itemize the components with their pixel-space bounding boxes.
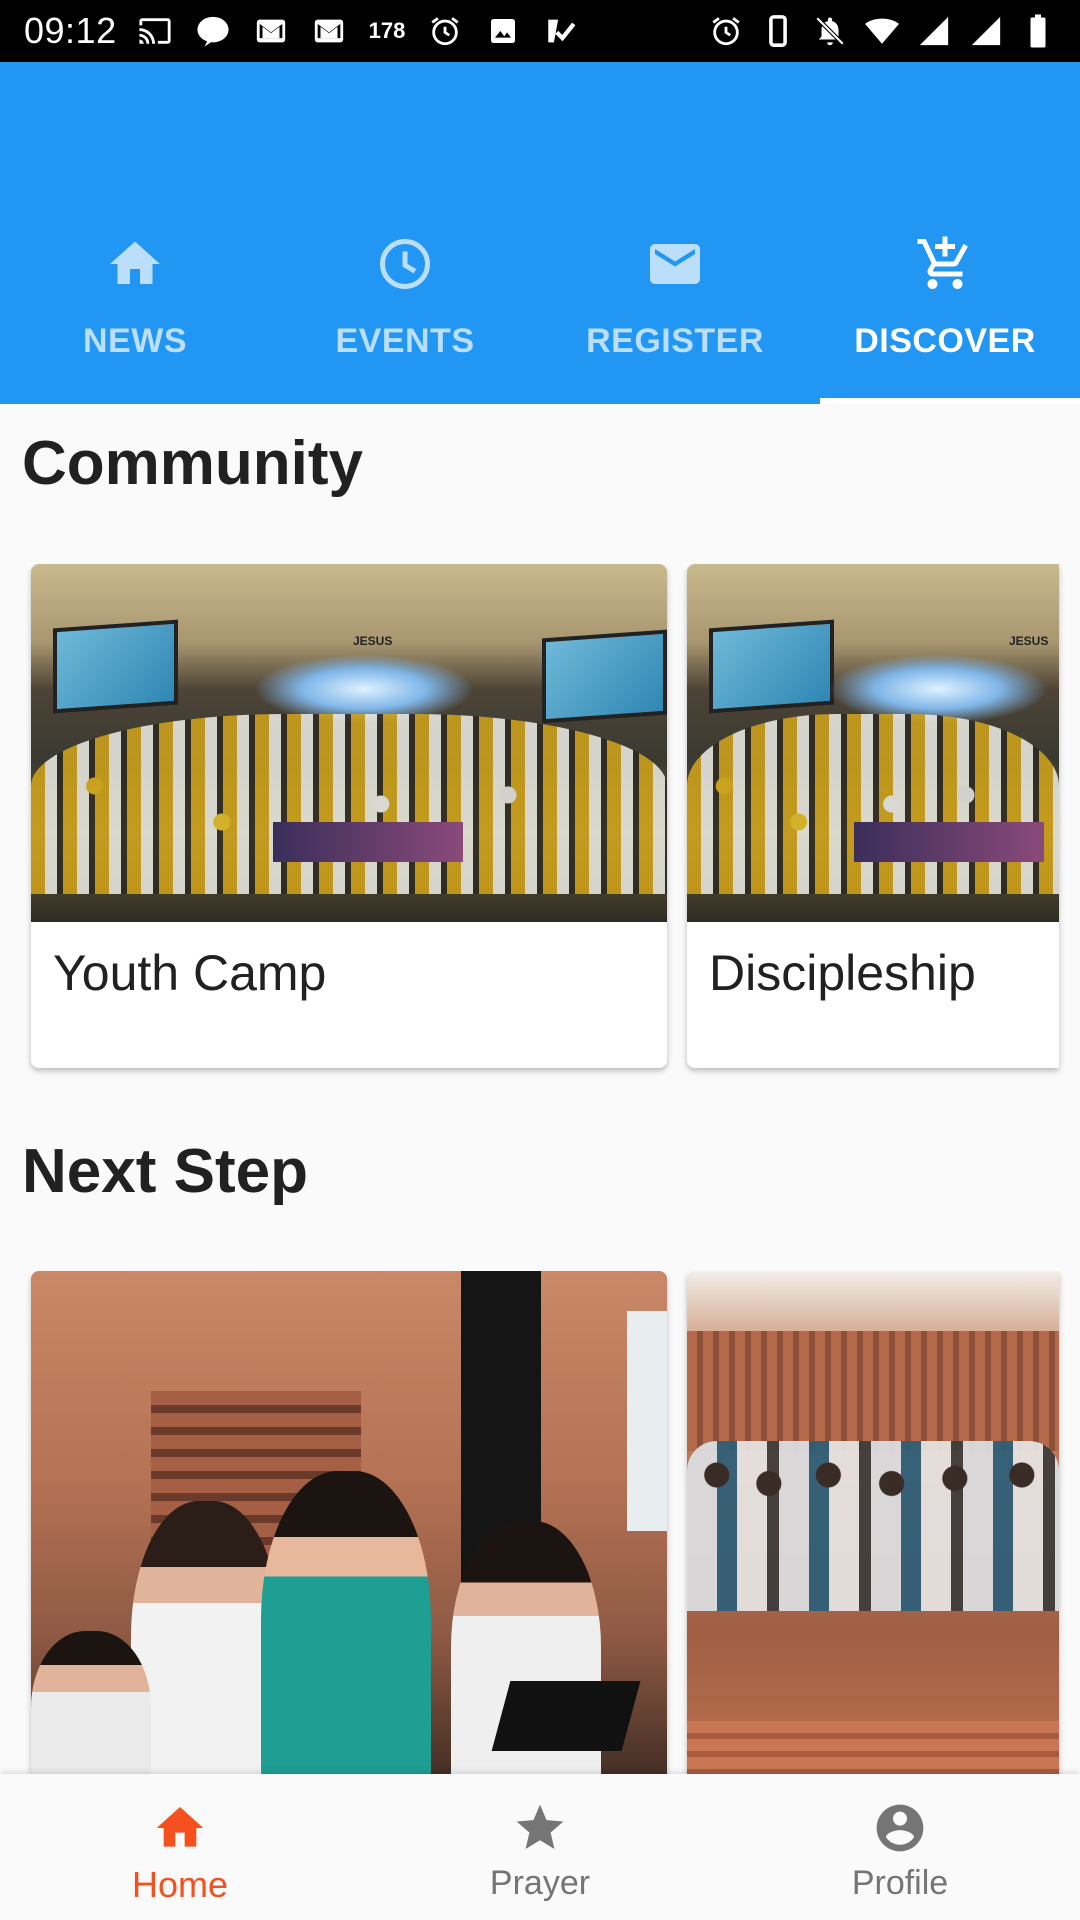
wall-slats <box>687 1331 1059 1451</box>
crowd <box>31 714 667 894</box>
star-icon <box>516 1804 564 1849</box>
add-shopping-cart-icon <box>917 236 968 289</box>
mail-icon <box>650 244 700 284</box>
tab-news[interactable]: NEWS <box>0 232 270 404</box>
notifications-off-icon <box>812 13 848 49</box>
community-carousel[interactable]: JESUS Youth Camp JESUS Discipleship <box>0 564 1080 1084</box>
bottom-nav-profile[interactable]: Profile <box>720 1774 1080 1920</box>
musician <box>31 1631 151 1775</box>
app-bar: NEWS EVENTS REGISTER DISCOVER <box>0 62 1080 404</box>
cast-icon <box>137 13 173 49</box>
singer <box>261 1471 431 1775</box>
notification-count: 178 <box>368 18 406 43</box>
bottom-nav-label: Profile <box>851 1864 949 1902</box>
battery-icon <box>1020 13 1056 49</box>
section-title-community: Community <box>22 429 363 498</box>
tab-register[interactable]: REGISTER <box>540 232 810 404</box>
status-system <box>708 13 1056 49</box>
task-icon <box>543 13 579 49</box>
card-title: Youth Camp <box>53 945 327 1001</box>
status-time: 09:12 <box>24 10 117 51</box>
card-image <box>687 1271 1059 1775</box>
wifi-icon <box>864 13 900 49</box>
singer <box>131 1501 281 1775</box>
card-image: JESUS <box>31 564 667 922</box>
home-icon <box>110 241 160 284</box>
photo-text-jesus: JESUS <box>353 634 393 648</box>
status-bar: 09:12 178 <box>0 0 1080 62</box>
image-icon <box>485 13 521 49</box>
gmail-icon <box>253 13 289 49</box>
photo-text-jesus: JESUS <box>1009 634 1049 648</box>
banner <box>272 822 463 862</box>
tab-label: REGISTER <box>586 322 764 360</box>
stage-floor <box>687 1721 1059 1775</box>
bottom-nav-prayer[interactable]: Prayer <box>360 1774 720 1920</box>
account-circle-icon <box>876 1804 924 1852</box>
clock-icon <box>380 239 430 289</box>
signal-icon <box>968 13 1004 49</box>
vibrate-icon <box>760 13 796 49</box>
banner <box>854 822 1045 862</box>
next-step-carousel[interactable] <box>0 1271 1080 1775</box>
card-image <box>31 1271 667 1775</box>
projector-screen <box>709 619 834 714</box>
window <box>627 1311 667 1531</box>
card-youth-camp[interactable]: JESUS Youth Camp <box>31 564 667 1068</box>
tab-events[interactable]: EVENTS <box>270 232 540 404</box>
card-worship[interactable] <box>31 1271 667 1775</box>
signal-icon <box>916 13 952 49</box>
tab-discover[interactable]: DISCOVER <box>810 232 1080 404</box>
home-icon <box>156 1807 204 1847</box>
bottom-nav-label: Home <box>131 1864 229 1905</box>
group-photo <box>687 1441 1059 1611</box>
projector-screen <box>53 619 178 714</box>
projector-screen <box>542 629 667 724</box>
gmail-icon <box>311 13 347 49</box>
bottom-navigation: Home Prayer Profile <box>0 1774 1080 1920</box>
card-group[interactable] <box>687 1271 1059 1775</box>
tab-label: EVENTS <box>335 322 475 360</box>
tab-label: DISCOVER <box>854 322 1036 360</box>
tab-indicator <box>820 398 1080 404</box>
section-title-next-step: Next Step <box>22 1137 308 1206</box>
line-app-icon <box>195 13 231 49</box>
tab-label: NEWS <box>83 322 187 360</box>
alarm-icon <box>708 13 744 49</box>
bottom-nav-home[interactable]: Home <box>0 1774 360 1920</box>
bottom-nav-label: Prayer <box>489 1864 591 1902</box>
card-discipleship[interactable]: JESUS Discipleship <box>687 564 1059 1068</box>
card-title: Discipleship <box>709 945 976 1001</box>
crowd <box>687 714 1059 894</box>
music-stand <box>491 1681 641 1751</box>
alarm-icon <box>427 13 463 49</box>
tab-bar: NEWS EVENTS REGISTER DISCOVER <box>0 232 1080 404</box>
status-notifications: 178 <box>137 13 580 49</box>
card-image: JESUS <box>687 564 1059 922</box>
